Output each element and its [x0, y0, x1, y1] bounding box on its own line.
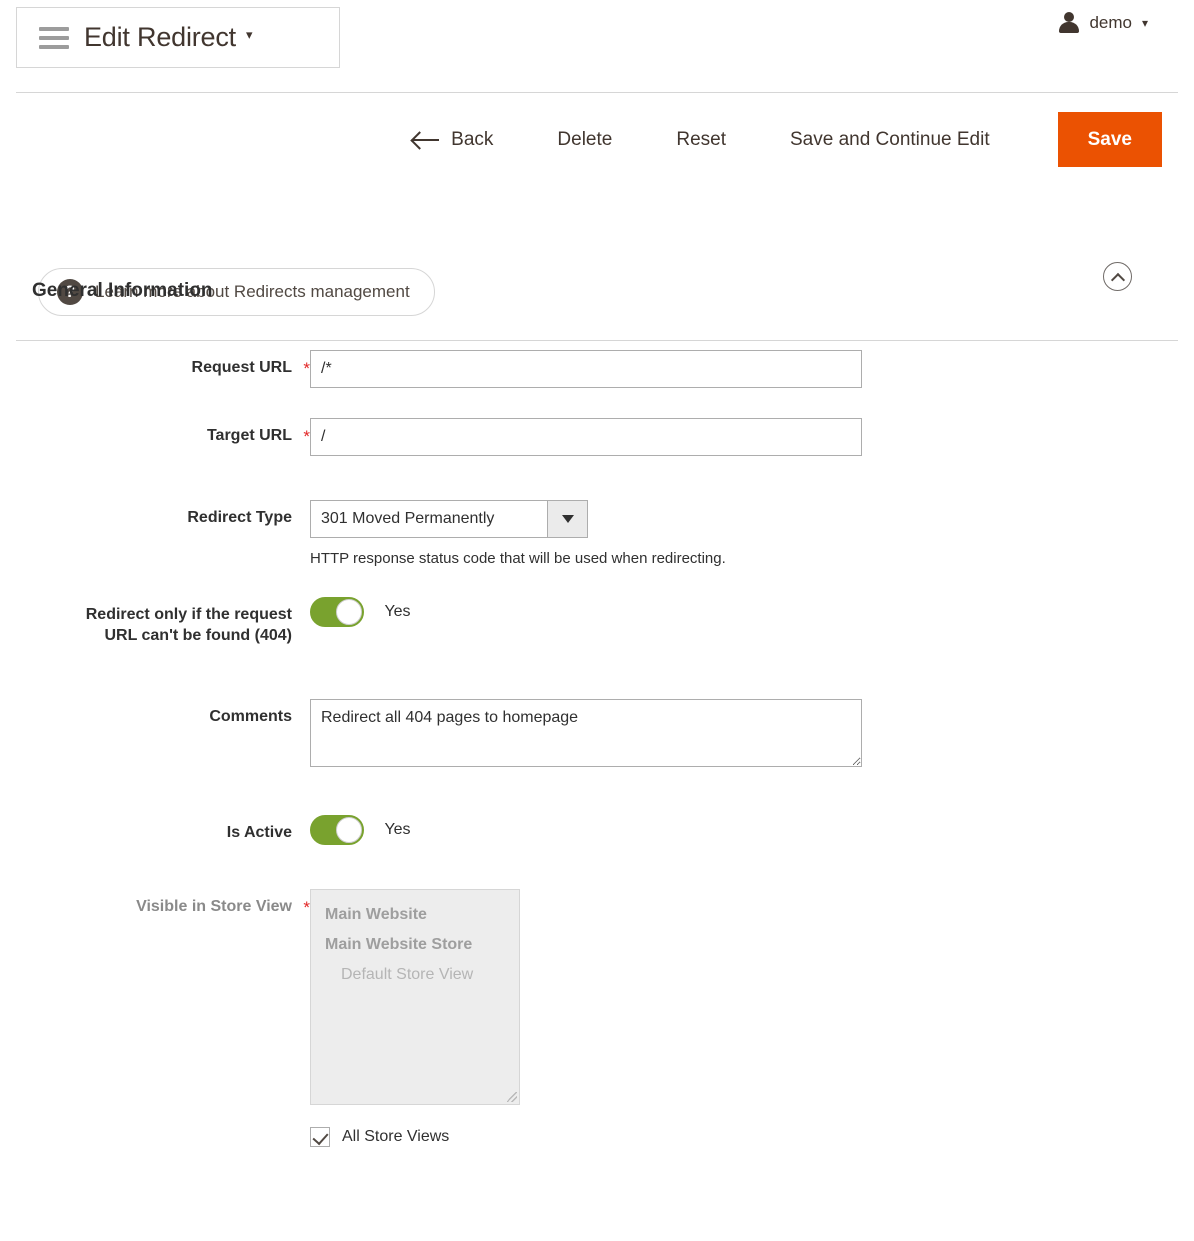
- field-store-view: Visible in Store View * Main Website Mai…: [32, 889, 1162, 1147]
- is-active-toggle-state: Yes: [384, 821, 410, 838]
- store-view-label: Visible in Store View *: [32, 889, 310, 918]
- target-url-label: Target URL *: [32, 418, 310, 447]
- request-url-label: Request URL *: [32, 350, 310, 379]
- all-store-views-checkbox[interactable]: [310, 1127, 330, 1147]
- page-title: Edit Redirect: [84, 22, 236, 53]
- is-active-label: Is Active: [32, 815, 310, 844]
- target-url-label-text: Target URL: [207, 427, 292, 444]
- request-url-input[interactable]: [310, 350, 862, 388]
- field-request-url: Request URL *: [32, 350, 1162, 388]
- chevron-down-icon[interactable]: ▾: [246, 27, 253, 43]
- all-store-views-row[interactable]: All Store Views: [310, 1127, 1162, 1147]
- list-item[interactable]: Main Website: [311, 900, 519, 930]
- chevron-down-icon[interactable]: [547, 501, 587, 537]
- comments-label: Comments: [32, 699, 310, 728]
- save-and-continue-edit-button[interactable]: Save and Continue Edit: [758, 119, 1022, 161]
- delete-button[interactable]: Delete: [525, 119, 644, 161]
- user-menu[interactable]: demo ▾: [1059, 12, 1148, 34]
- redirect-404-label-line1: Redirect only if the request: [86, 606, 292, 623]
- section-title: General Information: [32, 280, 213, 302]
- request-url-label-text: Request URL: [192, 359, 292, 376]
- back-button-label: Back: [451, 129, 493, 151]
- arrow-left-icon: [413, 131, 439, 149]
- page-actions: Back Delete Reset Save and Continue Edit…: [393, 112, 1162, 167]
- general-information-section: General Information Request URL * Target…: [0, 248, 1194, 1147]
- redirect-type-label: Redirect Type: [32, 500, 310, 529]
- all-store-views-label: All Store Views: [342, 1128, 449, 1146]
- redirect-404-toggle-state: Yes: [384, 603, 410, 620]
- field-redirect-404: Redirect only if the request URL can't b…: [32, 597, 1162, 647]
- list-item[interactable]: Default Store View: [311, 960, 519, 990]
- field-is-active: Is Active Yes: [32, 815, 1162, 845]
- page-title-menu-button[interactable]: Edit Redirect ▾: [16, 7, 340, 68]
- chevron-up-icon[interactable]: [1103, 262, 1132, 291]
- redirect-404-toggle[interactable]: [310, 597, 364, 627]
- save-button[interactable]: Save: [1058, 112, 1162, 167]
- required-asterisk: *: [303, 897, 310, 919]
- target-url-input[interactable]: [310, 418, 862, 456]
- back-button[interactable]: Back: [393, 119, 525, 161]
- redirect-type-select[interactable]: 301 Moved Permanently: [310, 500, 588, 538]
- field-redirect-type: Redirect Type 301 Moved Permanently HTTP…: [32, 500, 1162, 567]
- store-view-multiselect[interactable]: Main Website Main Website Store Default …: [310, 889, 520, 1105]
- top-bar: Edit Redirect ▾ demo ▾: [0, 0, 1194, 92]
- required-asterisk: *: [303, 358, 310, 380]
- resize-handle-icon[interactable]: [507, 1092, 517, 1102]
- section-header[interactable]: General Information: [32, 248, 1162, 334]
- chevron-down-icon[interactable]: ▾: [1142, 16, 1148, 30]
- reset-button[interactable]: Reset: [644, 119, 758, 161]
- is-active-toggle[interactable]: [310, 815, 364, 845]
- redirect-type-note: HTTP response status code that will be u…: [310, 550, 1162, 567]
- redirect-type-value: 301 Moved Permanently: [311, 501, 547, 537]
- redirect-404-label-line2: URL can't be found (404): [104, 627, 292, 644]
- redirect-404-label: Redirect only if the request URL can't b…: [32, 597, 310, 647]
- field-target-url: Target URL *: [32, 418, 1162, 456]
- store-view-label-text: Visible in Store View: [136, 898, 292, 915]
- user-name: demo: [1089, 13, 1132, 33]
- user-avatar-icon: [1059, 12, 1079, 34]
- page-actions-area: Back Delete Reset Save and Continue Edit…: [0, 92, 1194, 248]
- list-item[interactable]: Main Website Store: [311, 930, 519, 960]
- comments-textarea[interactable]: [310, 699, 862, 767]
- hamburger-icon[interactable]: [39, 27, 69, 49]
- required-asterisk: *: [303, 426, 310, 448]
- redirect-form: Request URL * Target URL * Redirect Type…: [32, 334, 1162, 1147]
- field-comments: Comments: [32, 699, 1162, 767]
